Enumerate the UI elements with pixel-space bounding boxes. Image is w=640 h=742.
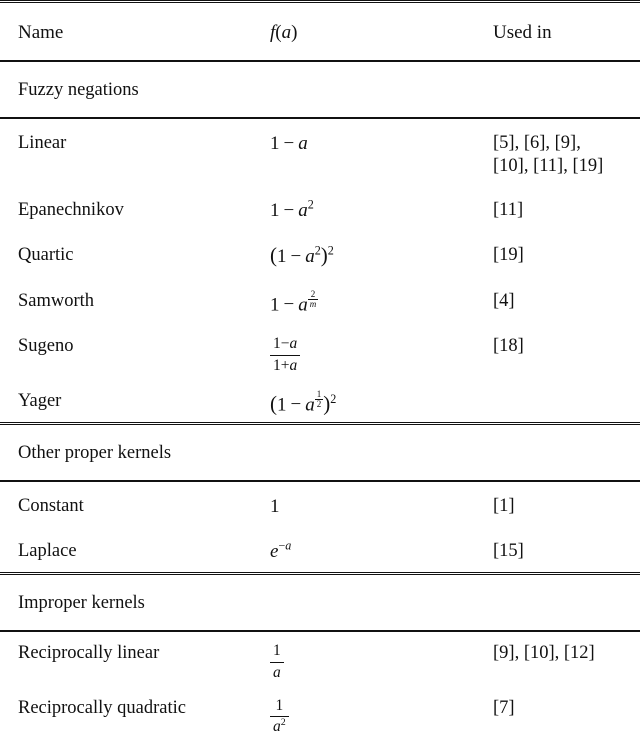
- column-header-fa: f(a): [255, 3, 483, 61]
- reference-list: [4]: [493, 291, 515, 311]
- row-name: Sugeno: [18, 336, 74, 357]
- row-formula: 1: [255, 482, 483, 527]
- row-used-in: [1]: [483, 482, 640, 527]
- row-formula: (1− a2)2: [255, 231, 483, 277]
- formula-reciprocally-quadratic: 1 a2: [270, 697, 289, 737]
- section-header-fuzzy-negations: Fuzzy negations: [0, 62, 640, 118]
- row-used-in: [18]: [483, 325, 640, 380]
- row-used-in: [9], [10], [12]: [483, 632, 640, 687]
- row-formula: 1−a 1+a: [255, 325, 483, 380]
- formula-sugeno: 1−a 1+a: [270, 335, 301, 375]
- table-row: Reciprocally linear 1a [9], [10], [12]: [0, 632, 640, 687]
- row-used-in: [19]: [483, 231, 640, 277]
- table-row: Laplace e−a [15]: [0, 527, 640, 574]
- table-header-row: Name f(a) Used in: [0, 3, 640, 61]
- formula-quartic: (1− a2)2: [270, 243, 334, 268]
- row-name: Yager: [18, 391, 62, 412]
- row-formula: 1a: [255, 632, 483, 687]
- formula-laplace: e−a: [270, 539, 292, 563]
- formula-reciprocally-linear: 1a: [270, 642, 284, 682]
- row-name: Linear: [18, 133, 67, 153]
- kernel-function-table: Name f(a) Used in Fuzzy negations Linear: [0, 0, 640, 742]
- row-used-in: [5], [6], [9], [10], [11], [19]: [483, 119, 640, 186]
- section-title: Fuzzy negations: [18, 80, 139, 100]
- row-formula: e−a: [255, 527, 483, 574]
- reference-list: [19]: [493, 245, 524, 265]
- row-name: Quartic: [18, 245, 74, 265]
- table-row: Samworth 1− a 2 m [4]: [0, 277, 640, 325]
- reference-list: [1]: [493, 496, 515, 517]
- row-name: Reciprocally quadratic: [18, 698, 186, 719]
- row-name: Laplace: [18, 541, 77, 562]
- formula-epanechnikov: 1− a2: [270, 197, 314, 221]
- table-row: Epanechnikov 1− a2 [11]: [0, 186, 640, 231]
- row-used-in: [483, 380, 640, 424]
- table-row: Yager (1− a 1 2)2: [0, 380, 640, 424]
- row-formula: 1− a: [255, 119, 483, 186]
- reference-list: [9], [10], [12]: [493, 643, 595, 664]
- row-name: Constant: [18, 496, 84, 517]
- column-header-name: Name: [18, 22, 64, 43]
- section-header-other-proper-kernels: Other proper kernels: [0, 425, 640, 481]
- formula-linear: 1− a: [270, 133, 308, 154]
- column-header-used-in: Used in: [493, 22, 552, 43]
- row-used-in: [4]: [483, 277, 640, 325]
- row-formula: (1− a 1 2)2: [255, 380, 483, 424]
- table-row: Sugeno 1−a 1+a [18]: [0, 325, 640, 380]
- table-row: Reciprocally quadratic 1 a2 [7]: [0, 687, 640, 742]
- row-formula: 1− a2: [255, 186, 483, 231]
- row-used-in: [15]: [483, 527, 640, 574]
- table-row: Constant 1 [1]: [0, 482, 640, 527]
- table-row: Linear 1− a [5], [6], [9], [10], [11], [1…: [0, 119, 640, 186]
- formula-constant: 1: [270, 496, 280, 518]
- section-header-improper-kernels: Improper kernels: [0, 575, 640, 631]
- reference-list: [11]: [493, 200, 524, 220]
- formula-yager: (1− a 1 2)2: [270, 388, 337, 416]
- section-title: Other proper kernels: [18, 443, 172, 464]
- row-name: Reciprocally linear: [18, 643, 160, 664]
- row-formula: 1 a2: [255, 687, 483, 742]
- row-name: Epanechnikov: [18, 200, 124, 220]
- row-name: Samworth: [18, 291, 95, 311]
- reference-list: [5], [6], [9], [10], [11], [19]: [493, 133, 604, 176]
- row-used-in: [11]: [483, 186, 640, 231]
- table-row: Quartic (1− a2)2 [19]: [0, 231, 640, 277]
- reference-list: [7]: [493, 698, 515, 719]
- reference-list: [18]: [493, 336, 524, 357]
- row-used-in: [7]: [483, 687, 640, 742]
- row-formula: 1− a 2 m: [255, 277, 483, 325]
- section-title: Improper kernels: [18, 593, 145, 614]
- reference-list: [15]: [493, 541, 524, 562]
- formula-samworth: 1− a 2 m: [270, 288, 319, 316]
- fa-header-math: f(a): [270, 22, 298, 43]
- table-container: Name f(a) Used in Fuzzy negations Linear: [0, 0, 640, 735]
